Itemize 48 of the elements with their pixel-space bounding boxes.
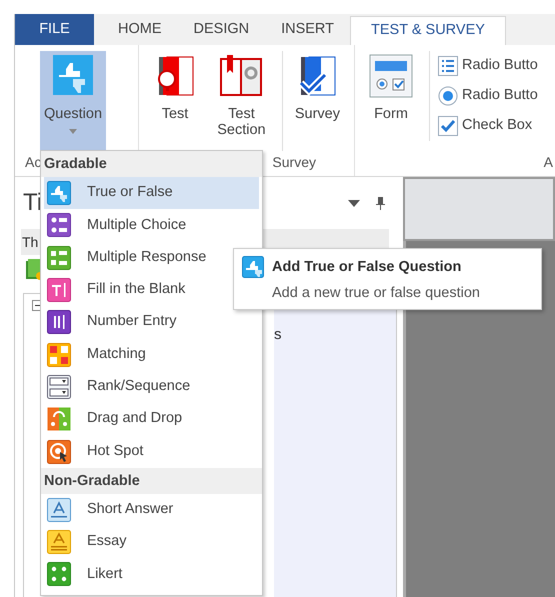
checklist-icon <box>47 246 71 270</box>
tooltip-description: Add a new true or false question <box>272 284 480 303</box>
menu-section-header: Non-Gradable <box>41 468 262 494</box>
target-icon <box>47 440 71 464</box>
list-icon <box>438 56 458 76</box>
number-field-icon <box>47 310 71 334</box>
ribbon-small-button[interactable]: Radio Butto <box>438 51 538 81</box>
group-label: Survey <box>271 153 317 172</box>
ribbon-button[interactable]: Test Section <box>209 51 274 151</box>
text-field-icon <box>47 498 71 522</box>
ribbon-button[interactable]: Survey <box>282 51 344 151</box>
menu-item[interactable]: True or False <box>44 177 259 210</box>
ribbon-tab[interactable]: FILE <box>15 14 94 45</box>
ribbon-button[interactable]: Form <box>365 51 417 151</box>
menu-section-header: Gradable <box>41 151 262 177</box>
ribbon-tab[interactable]: INSERT <box>265 14 350 45</box>
menu-item[interactable]: Matching <box>44 338 259 371</box>
menu-item[interactable]: Hot Spot <box>44 435 259 468</box>
ribbon-button[interactable]: Test <box>149 51 201 151</box>
ribbon-tab[interactable]: TEST & SURVEY <box>350 16 506 45</box>
menu-item[interactable]: Multiple Choice <box>44 209 259 242</box>
form-icon <box>369 53 413 99</box>
ribbon-button[interactable]: Question <box>40 51 106 151</box>
menu-item[interactable]: Essay <box>44 526 259 558</box>
group-label: A <box>544 153 553 172</box>
ribbon-small-button[interactable]: Radio Butto <box>438 81 538 111</box>
drag-drop-icon <box>47 407 71 432</box>
menu-item[interactable]: Likert <box>44 558 259 591</box>
menu-item[interactable]: Rank/Sequence <box>44 370 259 404</box>
text-area-icon <box>47 530 71 554</box>
menu-item[interactable]: Drag and Drop <box>44 403 259 436</box>
row-label: Th <box>22 232 38 252</box>
tree-text: s <box>274 326 282 343</box>
pin-icon[interactable] <box>376 196 385 210</box>
ribbon-tab[interactable]: DESIGN <box>178 14 266 45</box>
dropdown-icon[interactable] <box>348 200 360 206</box>
tooltip-title: Add True or False Question <box>272 259 462 275</box>
menu-item[interactable]: Short Answer <box>44 494 259 526</box>
text-cursor-icon <box>47 278 71 302</box>
matching-icon <box>47 342 71 367</box>
scale-dots-icon <box>47 562 71 586</box>
radio-icon <box>438 86 458 106</box>
rank-icon <box>47 374 71 399</box>
ribbon-small-button[interactable]: Check Box <box>438 111 538 141</box>
checkbox-icon <box>438 116 458 136</box>
open-book-icon <box>219 53 264 99</box>
ribbon-tab[interactable]: HOME <box>102 14 178 45</box>
choice-icon <box>47 213 71 238</box>
